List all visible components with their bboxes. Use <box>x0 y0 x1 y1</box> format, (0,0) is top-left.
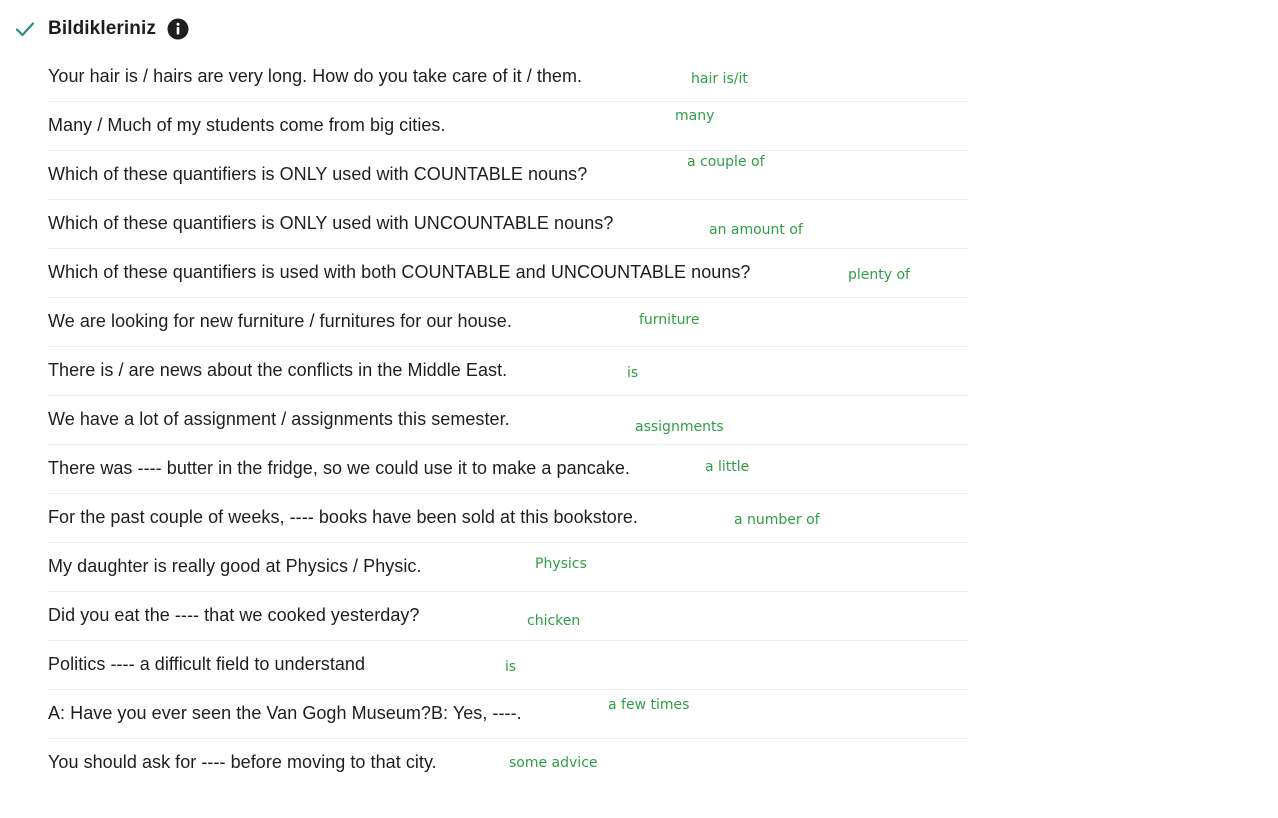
list-item: A: Have you ever seen the Van Gogh Museu… <box>48 690 968 739</box>
answer-text: hair is/it <box>691 71 748 87</box>
question-text: There was ---- butter in the fridge, so … <box>48 458 630 478</box>
list-item: Did you eat the ---- that we cooked yest… <box>48 592 968 641</box>
question-text: Did you eat the ---- that we cooked yest… <box>48 605 420 625</box>
section-header: Bildikleriniz <box>14 16 189 42</box>
question-text: We are looking for new furniture / furni… <box>48 311 512 331</box>
answer-text: Physics <box>535 556 587 572</box>
list-item: Many / Much of my students come from big… <box>48 102 968 151</box>
answer-text: some advice <box>509 755 598 771</box>
section-title: Bildikleriniz <box>48 18 156 39</box>
question-text: You should ask for ---- before moving to… <box>48 752 437 772</box>
list-item: There is / are news about the conflicts … <box>48 347 968 396</box>
answer-text: an amount of <box>709 222 803 238</box>
question-text: There is / are news about the conflicts … <box>48 360 508 380</box>
list-item: You should ask for ---- before moving to… <box>48 739 968 787</box>
list-item: For the past couple of weeks, ---- books… <box>48 494 968 543</box>
list-item: My daughter is really good at Physics / … <box>48 543 968 592</box>
list-item: Which of these quantifiers is used with … <box>48 249 968 298</box>
list-item: Which of these quantifiers is ONLY used … <box>48 200 968 249</box>
answer-text: a few times <box>608 697 690 713</box>
answer-text: assignments <box>635 419 724 435</box>
list-item: Politics ---- a difficult field to under… <box>48 641 968 690</box>
answer-text: a couple of <box>687 154 765 170</box>
answer-text: a little <box>705 459 750 475</box>
question-text: For the past couple of weeks, ---- books… <box>48 507 639 527</box>
answer-text: a number of <box>734 512 820 528</box>
info-icon[interactable] <box>167 18 189 40</box>
question-text: Which of these quantifiers is used with … <box>48 262 751 282</box>
list-item: Your hair is / hairs are very long. How … <box>48 53 968 102</box>
question-text: Your hair is / hairs are very long. How … <box>48 66 583 86</box>
question-text: A: Have you ever seen the Van Gogh Museu… <box>48 703 522 723</box>
question-text: We have a lot of assignment / assignment… <box>48 409 510 429</box>
answer-text: many <box>675 108 715 124</box>
question-text: Which of these quantifiers is ONLY used … <box>48 164 588 184</box>
list-item: We have a lot of assignment / assignment… <box>48 396 968 445</box>
question-text: Politics ---- a difficult field to under… <box>48 654 366 674</box>
question-text: My daughter is really good at Physics / … <box>48 556 422 576</box>
list-item: There was ---- butter in the fridge, so … <box>48 445 968 494</box>
answer-text: plenty of <box>848 267 910 283</box>
question-text: Which of these quantifiers is ONLY used … <box>48 213 614 233</box>
answer-text: chicken <box>527 613 581 629</box>
answer-text: is <box>627 365 639 381</box>
list-item: We are looking for new furniture / furni… <box>48 298 968 347</box>
list-item: Which of these quantifiers is ONLY used … <box>48 151 968 200</box>
checkmark-icon <box>14 18 36 40</box>
question-list: Your hair is / hairs are very long. How … <box>48 53 968 787</box>
answer-text: is <box>505 659 517 675</box>
answer-text: furniture <box>639 312 700 328</box>
question-text: Many / Much of my students come from big… <box>48 115 446 135</box>
